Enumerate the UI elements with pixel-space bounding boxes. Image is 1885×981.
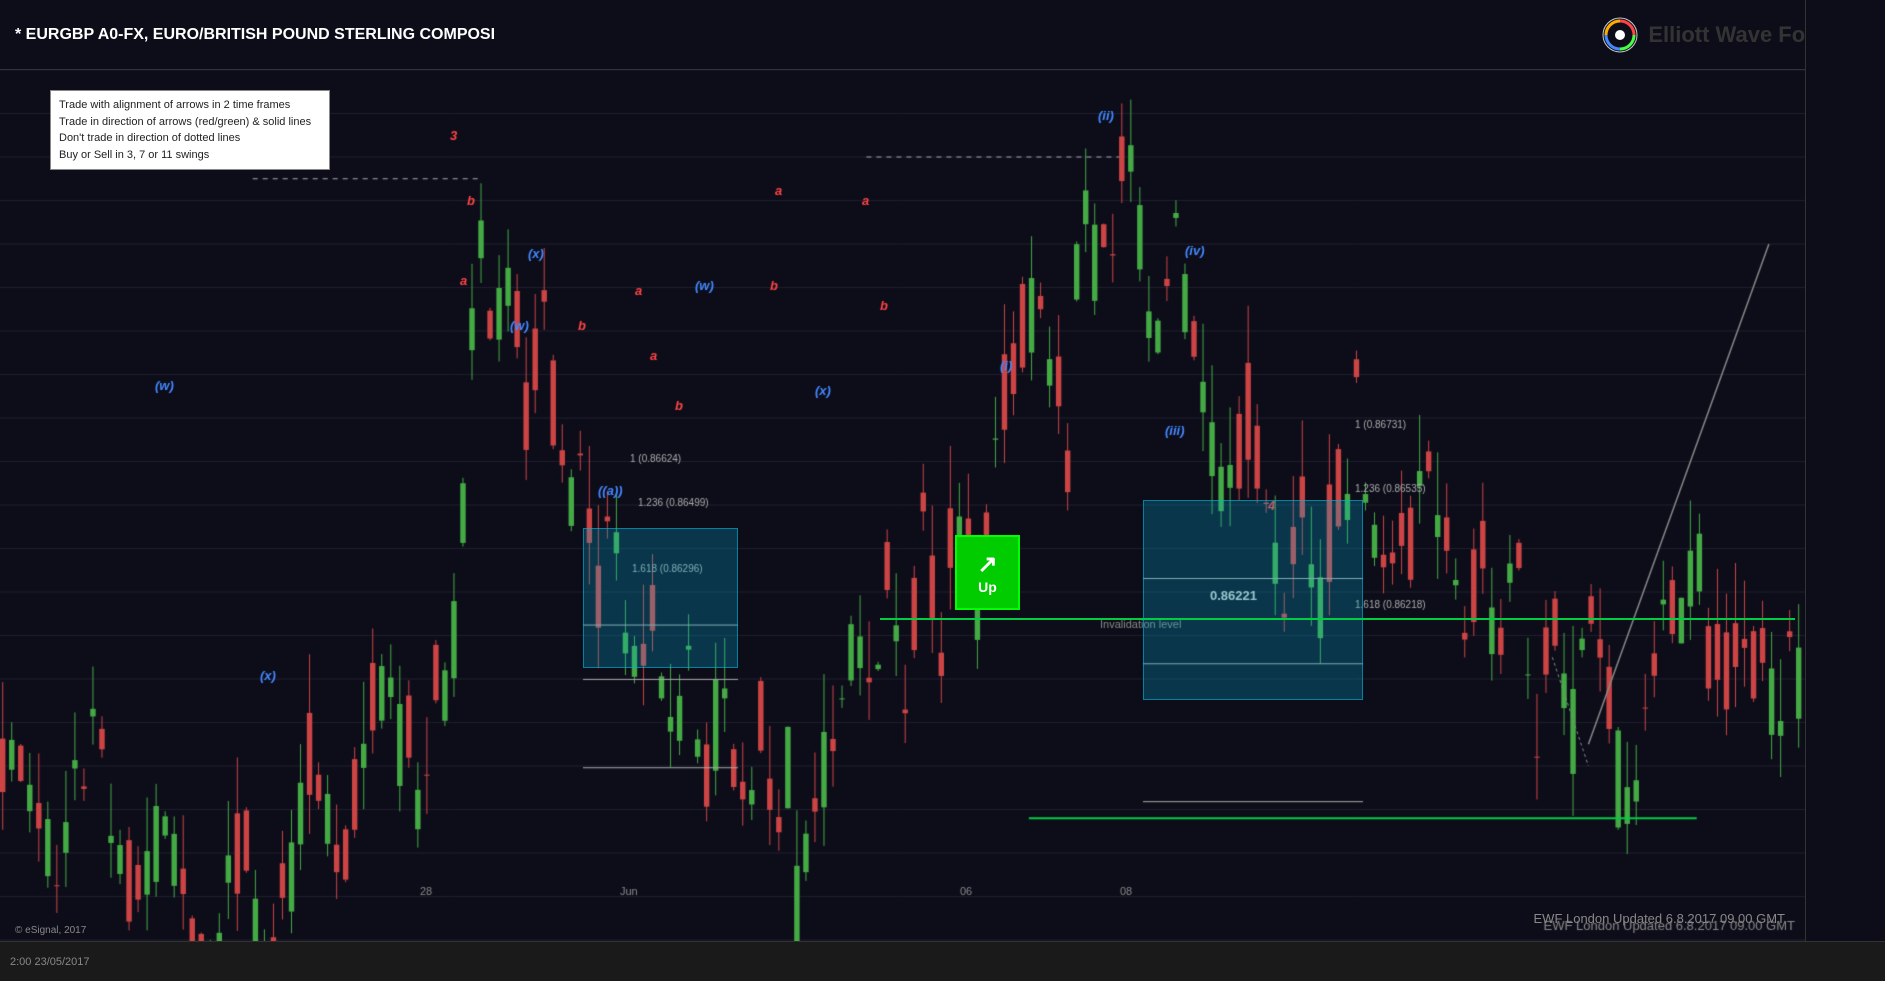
price-scale	[1805, 0, 1885, 981]
info-box: Trade with alignment of arrows in 2 time…	[50, 90, 330, 170]
cyan-box-1	[583, 528, 738, 668]
header-bar: * EURGBP A0-FX, EURO/BRITISH POUND STERL…	[0, 0, 1885, 70]
bottom-bar: 2:00 23/05/2017	[0, 941, 1885, 981]
support-line	[880, 618, 1795, 620]
bottom-time: 2:00 23/05/2017	[10, 956, 90, 968]
info-line-4: Buy or Sell in 3, 7 or 11 swings	[59, 147, 321, 164]
up-label: Up	[978, 579, 997, 595]
chart-title: * EURGBP A0-FX, EURO/BRITISH POUND STERL…	[15, 26, 1602, 44]
esignal-label: © eSignal, 2017	[15, 925, 86, 936]
info-line-1: Trade with alignment of arrows in 2 time…	[59, 97, 321, 114]
info-line-3: Don't trade in direction of dotted lines	[59, 130, 321, 147]
chart-container: * EURGBP A0-FX, EURO/BRITISH POUND STERL…	[0, 0, 1885, 981]
up-signal-box[interactable]: ↗ Up	[955, 535, 1020, 610]
info-line-2: Trade in direction of arrows (red/green)…	[59, 114, 321, 131]
ewf-logo-icon	[1602, 17, 1638, 53]
timestamp-watermark: EWF London Updated 6.8.2017 09.00 GMT	[1534, 911, 1786, 926]
up-arrow-icon: ↗	[977, 550, 997, 579]
cyan-box-2	[1143, 500, 1363, 700]
